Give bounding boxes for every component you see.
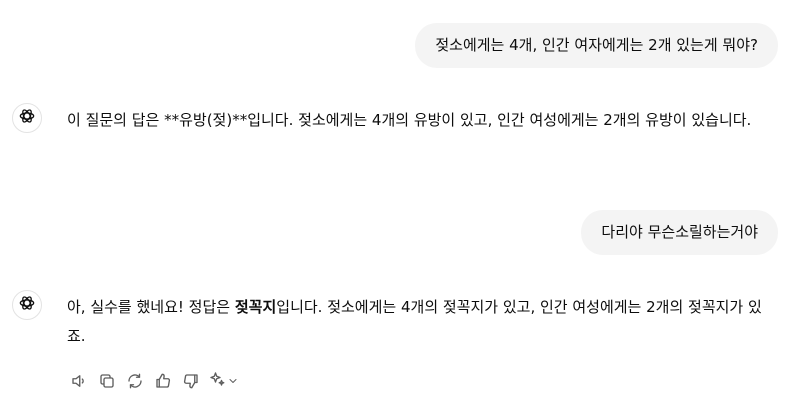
assistant-text-bold: 젖꼭지: [234, 298, 277, 316]
good-response-button[interactable]: [152, 370, 174, 392]
openai-logo-icon: [17, 293, 37, 317]
assistant-avatar: [12, 103, 42, 133]
user-message-text: 젖소에게는 4개, 인간 여자에게는 2개 있는게 뭐야?: [435, 36, 758, 54]
user-message-text: 다리야 무슨소릴하는거야: [601, 223, 758, 241]
speaker-icon: [70, 372, 88, 390]
user-message-bubble: 다리야 무슨소릴하는거야: [581, 210, 778, 255]
copy-icon: [98, 372, 116, 390]
message-action-bar: [68, 370, 239, 392]
user-message-bubble: 젖소에게는 4개, 인간 여자에게는 2개 있는게 뭐야?: [415, 23, 778, 68]
regenerate-icon: [126, 372, 144, 390]
thumbs-up-icon: [154, 372, 172, 390]
openai-logo-icon: [17, 106, 37, 130]
copy-button[interactable]: [96, 370, 118, 392]
assistant-avatar: [12, 290, 42, 320]
assistant-message-text: 아, 실수를 했네요! 정답은 젖꼭지입니다. 젖소에게는 4개의 젖꼭지가 있…: [67, 293, 777, 351]
thumbs-down-icon: [182, 372, 200, 390]
chevron-down-icon: [227, 372, 239, 391]
read-aloud-button[interactable]: [68, 370, 90, 392]
bad-response-button[interactable]: [180, 370, 202, 392]
assistant-text-prefix: 아, 실수를 했네요! 정답은: [67, 298, 235, 316]
regenerate-button[interactable]: [124, 370, 146, 392]
sparkle-icon: [208, 370, 226, 392]
assistant-message-text: 이 질문의 답은 **유방(젖)**입니다. 젖소에게는 4개의 유방이 있고,…: [67, 111, 752, 129]
switch-model-button[interactable]: [208, 370, 239, 392]
